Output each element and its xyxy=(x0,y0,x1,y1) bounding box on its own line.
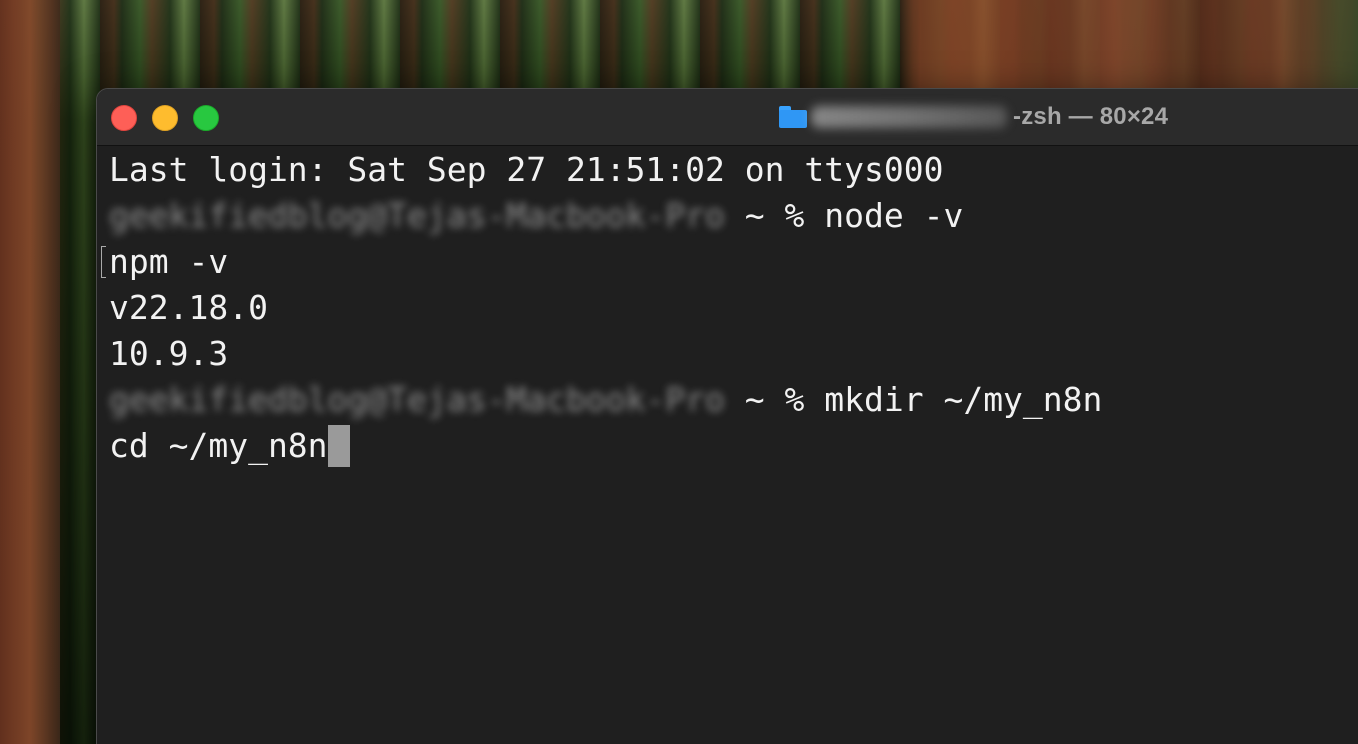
redacted-folder-name xyxy=(811,106,1007,128)
folder-icon xyxy=(779,106,807,128)
terminal-prompt-line: geekifiedblog@Tejas-Macbook-Pro ~ % node… xyxy=(109,193,1349,239)
input-text: cd ~/my_n8n xyxy=(109,426,328,465)
line-mark-bracket xyxy=(101,246,106,278)
zoom-button[interactable] xyxy=(193,105,219,131)
window-title: -zsh — 80×24 xyxy=(779,101,1168,133)
redacted-prompt-user: geekifiedblog@Tejas-Macbook-Pro xyxy=(109,196,725,235)
terminal-line: 10.9.3 xyxy=(109,334,229,373)
terminal-line: v22.18.0 xyxy=(109,288,268,327)
close-button[interactable] xyxy=(111,105,137,131)
window-title-text: -zsh — 80×24 xyxy=(1013,103,1169,130)
minimize-button[interactable] xyxy=(152,105,178,131)
redacted-prompt-user: geekifiedblog@Tejas-Macbook-Pro xyxy=(109,380,725,419)
terminal-output[interactable]: Last login: Sat Sep 27 21:51:02 on ttys0… xyxy=(101,147,1349,469)
command-text: node -v xyxy=(824,196,964,235)
terminal-line: Last login: Sat Sep 27 21:51:02 on ttys0… xyxy=(109,150,944,189)
command-text: mkdir ~/my_n8n xyxy=(824,380,1103,419)
terminal-window[interactable]: -zsh — 80×24 Last login: Sat Sep 27 21:5… xyxy=(96,88,1358,744)
terminal-input-line[interactable]: cd ~/my_n8n xyxy=(109,423,1349,469)
prompt-suffix: ~ % xyxy=(724,380,825,419)
text-cursor xyxy=(327,425,350,467)
terminal-prompt-line: geekifiedblog@Tejas-Macbook-Pro ~ % mkdi… xyxy=(109,377,1349,423)
prompt-suffix: ~ % xyxy=(724,196,825,235)
title-bar[interactable]: -zsh — 80×24 xyxy=(97,89,1358,146)
terminal-line: npm -v xyxy=(109,242,229,281)
